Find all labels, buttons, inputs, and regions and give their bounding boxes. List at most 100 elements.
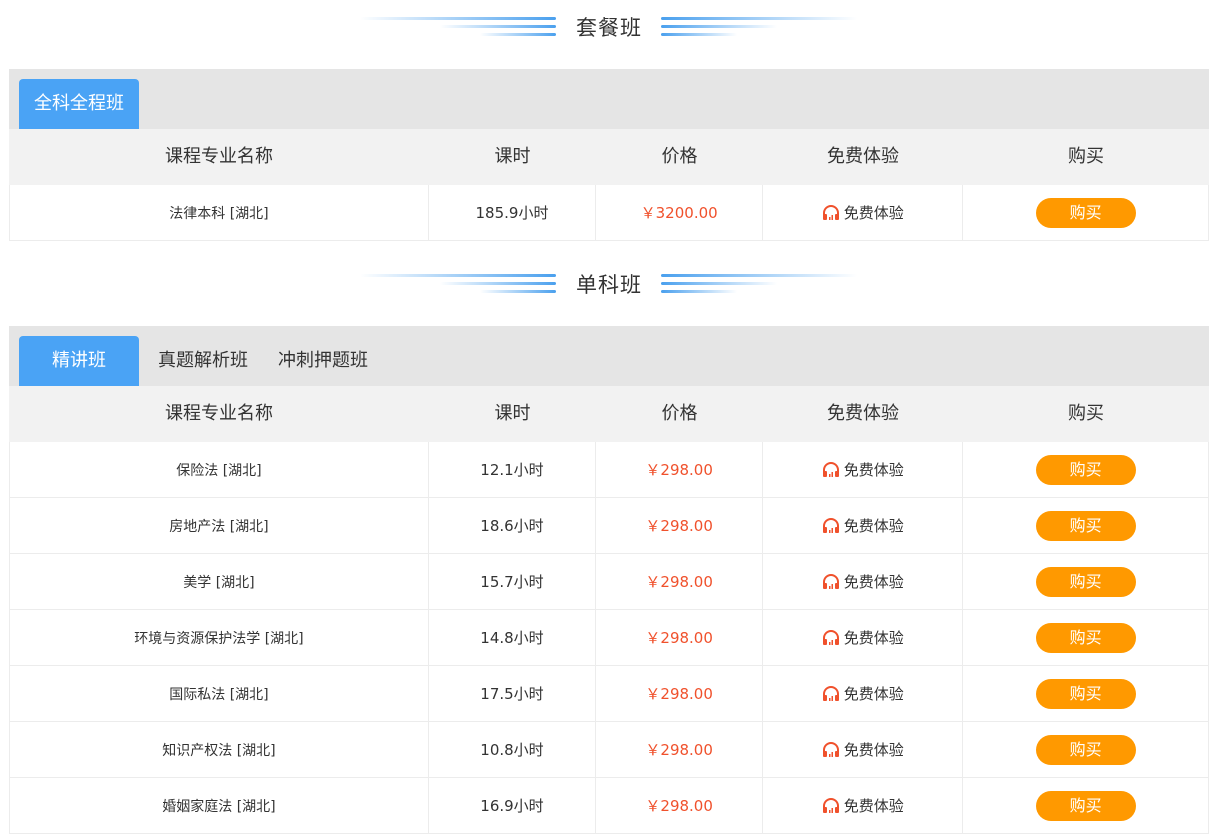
course-name-cell: 环境与资源保护法学 [湖北]: [10, 610, 429, 665]
course-hours: 14.8小时: [480, 629, 544, 647]
price-cell: ￥298.00: [596, 554, 764, 609]
buy-button[interactable]: 购买: [1035, 790, 1136, 821]
buy-cell: 购买: [963, 666, 1208, 721]
free-trial-label: 免费体验: [843, 741, 904, 759]
course-price: ￥3200.00: [640, 204, 718, 222]
price-cell: ￥298.00: [596, 442, 764, 497]
section-title-text: 单科班: [576, 273, 642, 297]
tab-exam-analysis[interactable]: 真题解析班: [153, 336, 253, 386]
hours-cell: 15.7小时: [429, 554, 597, 609]
hours-cell: 14.8小时: [429, 610, 597, 665]
table-body: 法律本科 [湖北] 185.9小时 ￥3200.00 免费体验 购买: [9, 185, 1209, 241]
tab-full-course[interactable]: 全科全程班: [19, 79, 139, 129]
tab-sprint[interactable]: 冲刺押题班: [273, 336, 373, 386]
trial-cell: 免费体验: [763, 610, 964, 665]
table-header: 课程专业名称 课时 价格 免费体验 购买: [9, 129, 1209, 185]
course-price: ￥298.00: [645, 797, 713, 815]
title-decoration-right: [661, 274, 857, 277]
table-row: 美学 [湖北] 15.7小时 ￥298.00 免费体验 购买: [9, 554, 1209, 610]
free-trial-link[interactable]: 免费体验: [822, 515, 904, 536]
buy-cell: 购买: [963, 442, 1208, 497]
course-hours: 18.6小时: [480, 517, 544, 535]
free-trial-link[interactable]: 免费体验: [822, 571, 904, 592]
headphone-icon: [822, 629, 839, 645]
free-trial-label: 免费体验: [843, 204, 904, 222]
hours-cell: 16.9小时: [429, 778, 597, 833]
course-name: 法律本科 [湖北]: [169, 205, 269, 222]
free-trial-label: 免费体验: [843, 517, 904, 535]
trial-cell: 免费体验: [763, 442, 964, 497]
free-trial-label: 免费体验: [843, 685, 904, 703]
headphone-icon: [822, 573, 839, 589]
free-trial-label: 免费体验: [843, 573, 904, 591]
free-trial-link[interactable]: 免费体验: [822, 683, 904, 704]
column-header-price: 价格: [661, 146, 698, 167]
trial-cell: 免费体验: [763, 778, 964, 833]
course-name-cell: 房地产法 [湖北]: [10, 498, 429, 553]
course-price: ￥298.00: [645, 461, 713, 479]
table-row: 婚姻家庭法 [湖北] 16.9小时 ￥298.00 免费体验 购买: [9, 778, 1209, 834]
buy-cell: 购买: [963, 185, 1208, 240]
course-hours: 12.1小时: [480, 461, 544, 479]
free-trial-link[interactable]: 免费体验: [822, 795, 904, 816]
section-title-package: 套餐班: [0, 0, 1220, 56]
column-header-name: 课程专业名称: [165, 403, 273, 424]
price-cell: ￥298.00: [596, 666, 764, 721]
course-price: ￥298.00: [645, 573, 713, 591]
free-trial-label: 免费体验: [843, 797, 904, 815]
trial-cell: 免费体验: [763, 666, 964, 721]
free-trial-label: 免费体验: [843, 461, 904, 479]
title-decoration-left: [360, 17, 556, 20]
title-decoration-right: [661, 282, 777, 285]
buy-button[interactable]: 购买: [1035, 197, 1136, 228]
table-row: 国际私法 [湖北] 17.5小时 ￥298.00 免费体验 购买: [9, 666, 1209, 722]
price-cell: ￥298.00: [596, 498, 764, 553]
hours-cell: 185.9小时: [429, 185, 597, 240]
price-cell: ￥298.00: [596, 610, 764, 665]
title-decoration-right: [661, 290, 737, 293]
package-course-panel: 全科全程班 课程专业名称 课时 价格 免费体验 购买 法律本科 [湖北] 185.…: [9, 69, 1209, 241]
buy-button[interactable]: 购买: [1035, 566, 1136, 597]
course-hours: 15.7小时: [480, 573, 544, 591]
table-header: 课程专业名称 课时 价格 免费体验 购买: [9, 386, 1209, 442]
price-cell: ￥3200.00: [596, 185, 764, 240]
free-trial-link[interactable]: 免费体验: [822, 627, 904, 648]
buy-cell: 购买: [963, 722, 1208, 777]
buy-cell: 购买: [963, 778, 1208, 833]
tab-lecture[interactable]: 精讲班: [19, 336, 139, 386]
course-name-cell: 法律本科 [湖北]: [10, 185, 429, 240]
course-name-cell: 知识产权法 [湖北]: [10, 722, 429, 777]
course-name: 知识产权法 [湖北]: [162, 742, 276, 759]
free-trial-link[interactable]: 免费体验: [822, 459, 904, 480]
section-title-single: 单科班: [0, 257, 1220, 313]
buy-button[interactable]: 购买: [1035, 622, 1136, 653]
buy-button[interactable]: 购买: [1035, 454, 1136, 485]
trial-cell: 免费体验: [763, 498, 964, 553]
buy-button[interactable]: 购买: [1035, 678, 1136, 709]
title-decoration-right: [661, 33, 737, 36]
title-decoration-left: [440, 25, 556, 28]
column-header-name: 课程专业名称: [165, 146, 273, 167]
table-row: 知识产权法 [湖北] 10.8小时 ￥298.00 免费体验 购买: [9, 722, 1209, 778]
course-price: ￥298.00: [645, 741, 713, 759]
column-header-trial: 免费体验: [827, 146, 899, 167]
free-trial-link[interactable]: 免费体验: [822, 202, 904, 223]
column-header-buy: 购买: [1068, 146, 1104, 167]
tab-bar: 全科全程班: [9, 69, 1209, 129]
free-trial-link[interactable]: 免费体验: [822, 739, 904, 760]
single-course-panel: 精讲班 真题解析班 冲刺押题班 课程专业名称 课时 价格 免费体验 购买 保险法…: [9, 326, 1209, 834]
buy-button[interactable]: 购买: [1035, 510, 1136, 541]
title-decoration-right: [661, 25, 777, 28]
course-price: ￥298.00: [645, 685, 713, 703]
course-name: 国际私法 [湖北]: [169, 686, 269, 703]
buy-button[interactable]: 购买: [1035, 734, 1136, 765]
title-decoration-left: [480, 290, 556, 293]
table-row: 保险法 [湖北] 12.1小时 ￥298.00 免费体验 购买: [9, 442, 1209, 498]
course-price: ￥298.00: [645, 517, 713, 535]
course-name: 保险法 [湖北]: [176, 462, 262, 479]
headphone-icon: [822, 741, 839, 757]
section-title-text: 套餐班: [576, 16, 642, 40]
buy-cell: 购买: [963, 610, 1208, 665]
course-name: 房地产法 [湖北]: [169, 518, 269, 535]
buy-cell: 购买: [963, 554, 1208, 609]
